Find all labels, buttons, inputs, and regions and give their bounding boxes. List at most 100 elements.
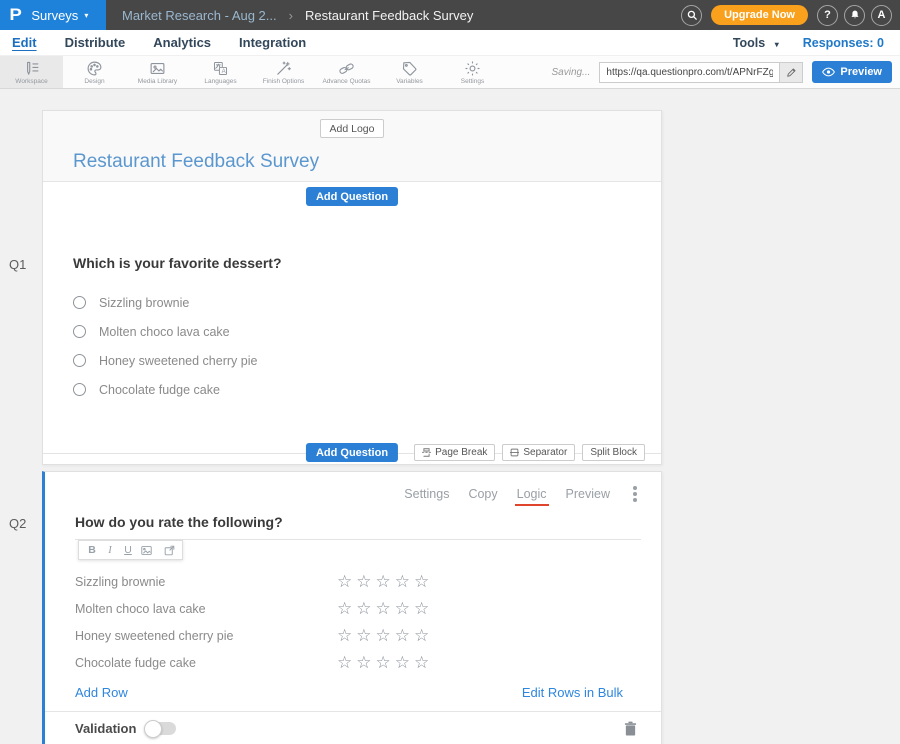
- upgrade-now-button[interactable]: Upgrade Now: [711, 5, 808, 25]
- responses-count[interactable]: Responses: 0: [803, 36, 884, 50]
- preview-button[interactable]: Preview: [812, 61, 892, 83]
- delete-question-button[interactable]: [624, 721, 637, 736]
- breadcrumb-folder[interactable]: Market Research - Aug 2...: [122, 8, 277, 23]
- star-icon[interactable]: ☆: [414, 600, 429, 617]
- search-icon: [686, 9, 698, 21]
- star-icon[interactable]: ☆: [414, 573, 429, 590]
- tools-menu[interactable]: Tools ▾: [733, 36, 779, 50]
- variables-button[interactable]: Variables: [378, 56, 441, 88]
- row-actions: Add Row Edit Rows in Bulk: [75, 683, 623, 702]
- question-mark-icon: ?: [824, 9, 831, 21]
- rating-row-label[interactable]: Sizzling brownie: [75, 575, 337, 589]
- split-block-button[interactable]: Split Block: [582, 444, 645, 461]
- design-icon: [86, 60, 103, 77]
- workspace-button[interactable]: Workspace: [0, 56, 63, 88]
- chevron-down-icon: ▾: [84, 11, 88, 20]
- star-icon[interactable]: ☆: [376, 600, 391, 617]
- star-icon[interactable]: ☆: [356, 573, 371, 590]
- notifications-button[interactable]: [844, 5, 865, 26]
- radio-icon[interactable]: [73, 325, 86, 338]
- star-icon[interactable]: ☆: [337, 654, 352, 671]
- finish-options-button[interactable]: Finish Options: [252, 56, 315, 88]
- account-avatar[interactable]: A: [871, 5, 892, 26]
- settings-button[interactable]: Settings: [441, 56, 504, 88]
- option-label[interactable]: Honey sweetened cherry pie: [99, 354, 257, 368]
- menu-settings[interactable]: Settings: [404, 487, 449, 501]
- question-text[interactable]: How do you rate the following?: [75, 514, 641, 540]
- star-icon[interactable]: ☆: [356, 600, 371, 617]
- page-break-button[interactable]: Page Break: [414, 444, 495, 461]
- star-icon[interactable]: ☆: [356, 627, 371, 644]
- star-rating: ☆☆☆☆☆: [337, 600, 429, 617]
- rating-row-label[interactable]: Molten choco lava cake: [75, 602, 337, 616]
- star-icon[interactable]: ☆: [376, 654, 391, 671]
- star-icon[interactable]: ☆: [395, 573, 410, 590]
- separator-button[interactable]: Separator: [502, 444, 575, 461]
- edit-url-button[interactable]: [779, 62, 803, 83]
- kebab-menu-icon[interactable]: [633, 492, 637, 496]
- add-row-link[interactable]: Add Row: [75, 685, 128, 700]
- menu-logic[interactable]: Logic: [517, 487, 547, 501]
- menu-preview[interactable]: Preview: [566, 487, 610, 501]
- add-question-button[interactable]: Add Question: [306, 187, 398, 206]
- radio-icon[interactable]: [73, 354, 86, 367]
- star-icon[interactable]: ☆: [395, 654, 410, 671]
- bell-icon: [849, 9, 861, 21]
- star-icon[interactable]: ☆: [376, 573, 391, 590]
- advance-quotas-button[interactable]: Advance Quotas: [315, 56, 378, 88]
- media-library-icon: [149, 60, 166, 77]
- star-icon[interactable]: ☆: [356, 654, 371, 671]
- question-menu: Settings Copy Logic Preview: [45, 472, 661, 501]
- block-footer: Add Question Page Break Separator Split …: [43, 442, 661, 464]
- pencil-icon: [786, 67, 797, 78]
- add-question-button[interactable]: Add Question: [306, 443, 398, 462]
- tab-analytics[interactable]: Analytics: [153, 35, 211, 50]
- insert-image-button[interactable]: [138, 545, 154, 556]
- avatar-letter: A: [878, 9, 886, 21]
- star-icon[interactable]: ☆: [395, 600, 410, 617]
- star-icon[interactable]: ☆: [337, 600, 352, 617]
- star-icon[interactable]: ☆: [395, 627, 410, 644]
- design-button[interactable]: Design: [63, 56, 126, 88]
- insert-link-button[interactable]: [161, 545, 177, 556]
- languages-button[interactable]: A Languages: [189, 56, 252, 88]
- survey-title[interactable]: Restaurant Feedback Survey: [73, 151, 661, 173]
- product-switcher[interactable]: P Surveys ▾: [0, 0, 106, 30]
- toolbar-right: Saving... Preview: [551, 56, 900, 88]
- star-icon[interactable]: ☆: [376, 627, 391, 644]
- radio-icon[interactable]: [73, 296, 86, 309]
- star-icon[interactable]: ☆: [337, 573, 352, 590]
- question-text[interactable]: Which is your favorite dessert?: [73, 255, 631, 271]
- survey-url-input[interactable]: [599, 62, 779, 83]
- chevron-down-icon: ▾: [775, 40, 779, 49]
- menu-copy[interactable]: Copy: [468, 487, 497, 501]
- survey-nav: Edit Distribute Analytics Integration To…: [0, 30, 900, 56]
- search-button[interactable]: [681, 5, 702, 26]
- rating-row-label[interactable]: Honey sweetened cherry pie: [75, 629, 337, 643]
- star-icon[interactable]: ☆: [414, 627, 429, 644]
- option-label[interactable]: Chocolate fudge cake: [99, 383, 220, 397]
- rich-text-toolbar: B I U: [78, 540, 183, 560]
- tab-integration[interactable]: Integration: [239, 35, 306, 50]
- edit-rows-bulk-link[interactable]: Edit Rows in Bulk: [522, 685, 623, 700]
- rating-row-label[interactable]: Chocolate fudge cake: [75, 656, 337, 670]
- tab-edit[interactable]: Edit: [12, 35, 37, 50]
- tab-distribute[interactable]: Distribute: [65, 35, 126, 50]
- option-label[interactable]: Molten choco lava cake: [99, 325, 230, 339]
- star-rating: ☆☆☆☆☆: [337, 573, 429, 590]
- media-library-button[interactable]: Media Library: [126, 56, 189, 88]
- help-button[interactable]: ?: [817, 5, 838, 26]
- option-label[interactable]: Sizzling brownie: [99, 296, 189, 310]
- add-logo-button[interactable]: Add Logo: [320, 119, 385, 138]
- validation-label: Validation: [75, 721, 136, 736]
- star-icon[interactable]: ☆: [337, 627, 352, 644]
- star-icon[interactable]: ☆: [414, 654, 429, 671]
- radio-icon[interactable]: [73, 383, 86, 396]
- underline-button[interactable]: U: [120, 544, 136, 556]
- italic-button[interactable]: I: [102, 545, 118, 556]
- advance-quotas-icon: [338, 60, 355, 77]
- surveys-menu-label: Surveys: [31, 8, 78, 23]
- bold-button[interactable]: B: [84, 544, 100, 556]
- validation-toggle[interactable]: [146, 722, 176, 735]
- workspace-icon: [23, 60, 40, 77]
